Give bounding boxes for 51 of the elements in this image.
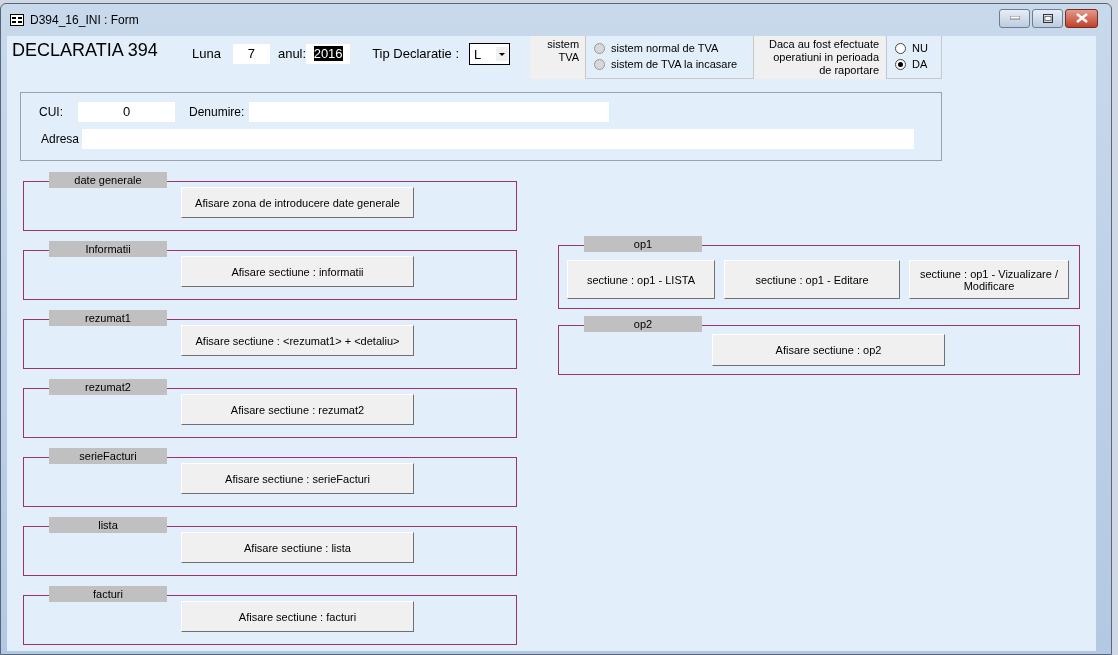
section-title: lista [49, 517, 167, 533]
section-button[interactable]: Afisare zona de introducere date generale [181, 187, 414, 218]
option-label: sistem de TVA la incasare [611, 58, 738, 70]
address-label: Adresa [41, 132, 80, 146]
month-field[interactable]: 7 [232, 44, 270, 64]
section-button[interactable]: sectiune : op1 - Editare [724, 260, 900, 299]
section-button[interactable]: sectiune : op1 - Vizualizare / Modificare [909, 260, 1069, 299]
maximize-icon [1042, 13, 1053, 23]
caret-icon [496, 47, 509, 61]
form-icon [10, 14, 24, 26]
radio-button[interactable] [895, 42, 907, 54]
section-title: rezumat2 [49, 379, 167, 395]
year-field[interactable]: 2016 [306, 44, 351, 64]
section-button[interactable]: Afisare sectiune : rezumat2 [181, 394, 414, 425]
minimize-icon [1009, 16, 1020, 20]
section-button[interactable]: sectiune : op1 - LISTA [567, 260, 715, 299]
section-title: op1 [584, 236, 702, 252]
declaration-type-dropdown[interactable]: L [469, 43, 511, 65]
section-button[interactable]: Afisare sectiune : op2 [712, 334, 945, 366]
section-button[interactable]: Afisare sectiune : facturi [181, 601, 414, 632]
section-title: rezumat1 [49, 310, 167, 326]
section-button[interactable]: Afisare sectiune : informatii [181, 256, 414, 287]
month-label: Luna [192, 46, 221, 61]
radio-button[interactable] [895, 58, 907, 70]
section-title: Informatii [49, 241, 167, 257]
section-button[interactable]: Afisare sectiune : <rezumat1> + <detaliu> [181, 325, 414, 356]
cui-label: CUI: [39, 105, 63, 119]
section-button[interactable]: Afisare sectiune : serieFacturi [181, 463, 414, 494]
section-button[interactable]: Afisare sectiune : lista [181, 532, 414, 563]
section-title: serieFacturi [49, 448, 167, 464]
section-title: facturi [49, 586, 167, 602]
tva-label: sistem TVA [530, 36, 586, 79]
cui-field[interactable]: 0 [78, 102, 175, 122]
option-label: sistem normal de TVA [611, 42, 719, 54]
operations-label: Daca au fost efectuate operatiuni in perioada de raportare [754, 36, 886, 79]
section-title: op2 [584, 316, 702, 332]
option-label: NU [912, 42, 928, 54]
window-title: D394_16_INI : Form [30, 13, 139, 27]
address-field[interactable] [82, 129, 915, 149]
name-label: Denumire: [189, 105, 245, 119]
form-title: DECLARATIA 394 [12, 40, 159, 61]
section-title: date generale [49, 172, 167, 188]
name-field[interactable] [249, 102, 610, 122]
declaration-type-label: Tip Declaratie : [372, 46, 460, 61]
radio-button[interactable] [594, 42, 606, 54]
option-label: DA [912, 58, 928, 70]
maximize-button[interactable] [1032, 8, 1063, 28]
close-button[interactable] [1065, 8, 1098, 28]
year-label: anul: [277, 46, 307, 61]
radio-button[interactable] [594, 58, 606, 70]
close-icon [1075, 13, 1088, 23]
